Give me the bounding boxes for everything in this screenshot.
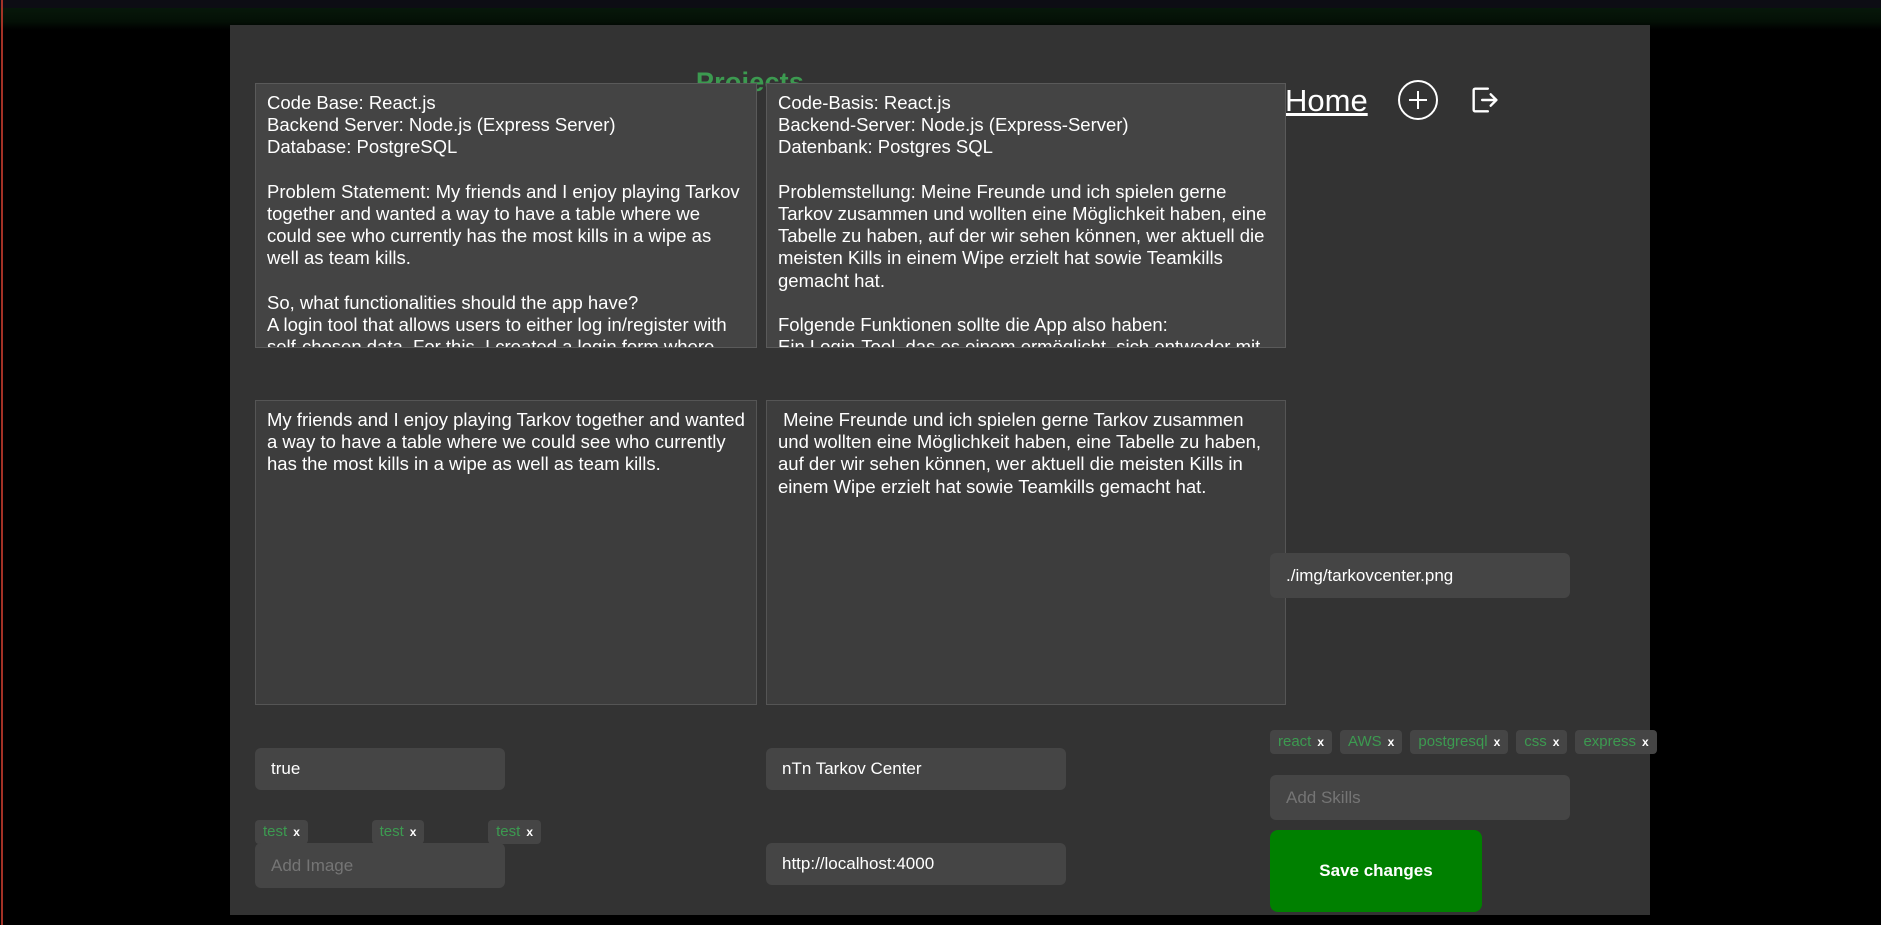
long-description-de-textarea[interactable]: Code-Basis: React.js Backend-Server: Nod… <box>766 83 1286 348</box>
remove-tag-icon[interactable]: x <box>526 825 533 839</box>
add-project-button[interactable] <box>1397 80 1438 120</box>
skill-tag-list: react x AWS x postgresql x css x express… <box>1270 730 1657 754</box>
skill-tag-label: postgresql <box>1418 733 1488 750</box>
save-changes-button[interactable]: Save changes <box>1270 830 1482 912</box>
skill-tag-chip[interactable]: postgresql x <box>1410 730 1509 754</box>
skill-tag-chip[interactable]: css x <box>1516 730 1568 754</box>
top-navigation: Home <box>1285 80 1502 120</box>
logout-button[interactable] <box>1468 83 1502 117</box>
add-image-input[interactable] <box>255 843 505 888</box>
remove-skill-icon[interactable]: x <box>1553 735 1560 749</box>
skill-tag-label: AWS <box>1348 733 1382 750</box>
skill-tag-label: react <box>1278 733 1312 750</box>
remove-tag-icon[interactable]: x <box>410 825 417 839</box>
remove-skill-icon[interactable]: x <box>1642 735 1649 749</box>
left-edge-marker <box>1 0 3 925</box>
image-tag-chip[interactable]: test x <box>488 820 541 844</box>
remove-skill-icon[interactable]: x <box>1494 735 1501 749</box>
skill-tag-chip[interactable]: AWS x <box>1340 730 1403 754</box>
image-tag-label: test <box>263 823 288 840</box>
nav-home-link[interactable]: Home <box>1285 85 1368 116</box>
add-skills-input[interactable] <box>1270 775 1570 820</box>
remove-skill-icon[interactable]: x <box>1317 735 1324 749</box>
remove-tag-icon[interactable]: x <box>293 825 300 839</box>
image-tag-label: test <box>496 823 521 840</box>
image-tag-chip[interactable]: test x <box>371 820 425 844</box>
long-description-en-textarea[interactable]: Code Base: React.js Backend Server: Node… <box>255 83 757 348</box>
skill-tag-label: express <box>1583 733 1636 750</box>
boolean-field[interactable]: true <box>255 748 505 790</box>
short-description-de-textarea[interactable]: Meine Freunde und ich spielen gerne Tark… <box>766 400 1286 705</box>
image-tag-list: test x test x test x <box>255 820 545 844</box>
project-edit-card: Projects Home Code Base: React.js Backen… <box>230 25 1657 915</box>
project-url-input[interactable]: http://localhost:4000 <box>766 843 1066 885</box>
image-tag-chip[interactable]: test x <box>255 820 308 844</box>
skill-tag-label: css <box>1524 733 1547 750</box>
skill-tag-chip[interactable]: react x <box>1270 730 1333 754</box>
app-root: Projects Home Code Base: React.js Backen… <box>0 0 1881 925</box>
page-header: Projects Home <box>230 25 1650 120</box>
logout-icon <box>1472 87 1498 113</box>
skill-tag-chip[interactable]: express x <box>1575 730 1657 754</box>
short-description-en-textarea[interactable]: My friends and I enjoy playing Tarkov to… <box>255 400 757 705</box>
remove-skill-icon[interactable]: x <box>1388 735 1395 749</box>
image-path-input[interactable]: ./img/tarkovcenter.png <box>1270 553 1570 598</box>
plus-circle-icon <box>1397 80 1438 120</box>
image-tag-label: test <box>379 823 404 840</box>
project-name-input[interactable]: nTn Tarkov Center <box>766 748 1066 790</box>
